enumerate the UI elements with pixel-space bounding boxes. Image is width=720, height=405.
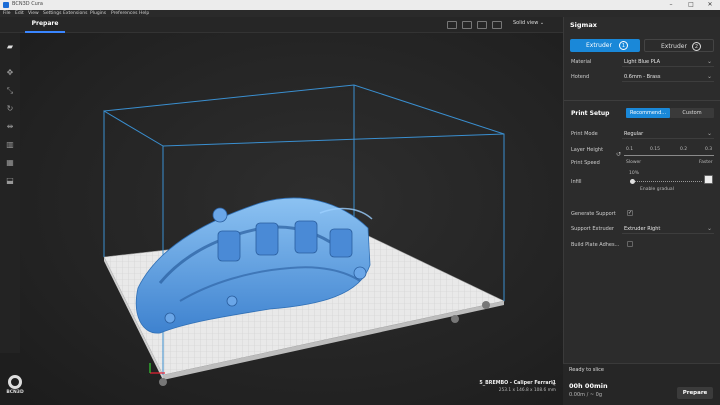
view-mode-label: Solid view (513, 20, 539, 26)
material-label: Material (571, 59, 592, 65)
mirror-tool-icon[interactable]: ⇹ (4, 121, 16, 133)
plate-foot (451, 315, 459, 323)
chevron-down-icon: ⌄ (706, 73, 712, 80)
faster-label: Faster (699, 160, 713, 165)
layer-height-tick: 0.15 (650, 147, 661, 152)
prepare-button[interactable]: Prepare (677, 387, 713, 399)
enable-gradual-label: Enable gradual (640, 187, 674, 192)
print-mode-label: Print Mode (571, 131, 598, 137)
gear-logo-icon (8, 375, 22, 389)
layer-height-tick: 0.2 (680, 147, 688, 152)
view-front-icon[interactable] (462, 21, 472, 29)
menu-settings[interactable]: Settings (43, 11, 61, 16)
minimize-button[interactable]: – (662, 0, 680, 10)
build-scene (103, 84, 505, 386)
support-extruder-select[interactable]: Extruder Right ⌄ (622, 225, 714, 234)
chevron-down-icon: ⌄ (706, 130, 712, 137)
menu-edit[interactable]: Edit (15, 11, 24, 16)
infill-pattern-icon[interactable] (704, 175, 713, 184)
material-usage: 0.00m / ~ 0g (569, 392, 603, 398)
menu-bar: File Edit View Settings Extensions Plugi… (0, 10, 720, 17)
rotate-tool-icon[interactable]: ↻ (4, 103, 16, 115)
material-value: Light Blue PLA (624, 59, 661, 65)
maximize-button[interactable]: □ (682, 0, 700, 10)
infill-slider-knob[interactable] (630, 179, 635, 184)
plate-foot (482, 301, 490, 309)
move-tool-icon[interactable]: ✥ (4, 67, 16, 79)
printer-name: Sigmax (570, 21, 597, 29)
per-model-settings-icon[interactable]: ▥ (4, 139, 16, 151)
layflat-tool-icon[interactable]: ⬓ (4, 175, 16, 187)
generate-support-label: Generate Support (571, 211, 616, 217)
print-mode-select[interactable]: Regular ⌄ (622, 130, 714, 139)
settings-panel: Sigmax Extruder 1 Extruder 2 Material Li… (563, 17, 720, 405)
app-icon (3, 2, 9, 8)
logo-text: BCN3D (6, 390, 24, 395)
extruder-2-number: 2 (692, 42, 701, 51)
print-action-panel: Ready to slice 00h 00min 0.00m / ~ 0g Pr… (563, 363, 720, 405)
slower-label: Slower (626, 160, 642, 165)
edit-name-icon[interactable]: ✎ (551, 381, 556, 388)
model-info: 5_BREMBO - Caliper Ferrari1 253.1 x 146.… (478, 381, 556, 393)
infill-slider[interactable] (630, 181, 702, 182)
build-plate-adhesion-checkbox[interactable] (627, 241, 633, 247)
left-toolbar: ▰ ✥ ⤡ ↻ ⇹ ▥ ▦ ⬓ (0, 33, 20, 353)
menu-file[interactable]: File (3, 11, 11, 16)
close-button[interactable]: ✕ (701, 0, 719, 10)
support-blocker-icon[interactable]: ▦ (4, 157, 16, 169)
chevron-down-icon: ⌄ (706, 58, 712, 65)
extruder-1-number: 1 (619, 41, 628, 50)
layer-height-slider[interactable] (624, 155, 714, 156)
menu-plugins[interactable]: Plugins (90, 11, 106, 16)
reset-icon[interactable]: ↺ (616, 151, 621, 158)
menu-preferences[interactable]: Preferences (111, 11, 137, 16)
open-file-icon[interactable]: ▰ (4, 41, 16, 53)
support-extruder-label: Support Extruder (571, 226, 614, 232)
menu-help[interactable]: Help (139, 11, 149, 16)
layer-height-tick: 0.1 (626, 147, 634, 152)
extruder-1-tab[interactable]: Extruder 1 (570, 39, 640, 52)
material-select[interactable]: Light Blue PLA ⌄ (622, 58, 714, 67)
view-3d-icon[interactable] (447, 21, 457, 29)
hotend-label: Hotend (571, 74, 590, 80)
model-dimensions: 253.1 x 146.8 x 108.6 mm (498, 388, 556, 393)
bcn3d-logo: BCN3D (4, 375, 26, 401)
title-bar: BCN3D Cura – □ ✕ (0, 0, 720, 10)
support-extruder-value: Extruder Right (624, 226, 661, 232)
scale-tool-icon[interactable]: ⤡ (4, 85, 16, 97)
print-time: 00h 00min (569, 382, 608, 390)
custom-mode-button[interactable]: Custom (670, 108, 714, 118)
infill-label: Infill (571, 179, 582, 185)
extruder-1-label: Extruder (586, 42, 612, 49)
menu-extensions[interactable]: Extensions (63, 11, 87, 16)
model-name: 5_BREMBO - Caliper Ferrari1 (479, 381, 556, 386)
window-title: BCN3D Cura (12, 1, 43, 7)
print-setup-title: Print Setup (571, 110, 610, 117)
layer-height-label: Layer Height (571, 147, 604, 153)
print-mode-value: Regular (624, 131, 644, 137)
3d-viewport[interactable] (20, 33, 563, 405)
view-top-icon[interactable] (477, 21, 487, 29)
hotend-value: 0.6mm - Brass (624, 74, 661, 80)
tab-prepare[interactable]: Prepare (25, 17, 65, 33)
chevron-down-icon: ⌄ (706, 225, 712, 232)
view-left-icon[interactable] (492, 21, 502, 29)
stage-bar: Prepare Solid view ⌄ (0, 17, 563, 33)
plate-foot (159, 378, 167, 386)
print-speed-label: Print Speed (571, 160, 600, 166)
infill-value: 10% (629, 171, 640, 176)
slice-status: Ready to slice (569, 367, 604, 373)
extruder-2-label: Extruder (661, 43, 687, 50)
recommended-mode-button[interactable]: Recommend... (626, 108, 670, 118)
generate-support-checkbox[interactable]: ✓ (627, 210, 633, 216)
menu-view[interactable]: View (28, 11, 39, 16)
divider (564, 100, 720, 101)
hotend-select[interactable]: 0.6mm - Brass ⌄ (622, 73, 714, 82)
build-plate-adhesion-label: Build Plate Adhes... (571, 242, 620, 248)
view-mode-select[interactable]: Solid view ⌄ (513, 20, 544, 26)
layer-height-tick: 0.3 (705, 147, 713, 152)
extruder-2-tab[interactable]: Extruder 2 (644, 39, 714, 52)
